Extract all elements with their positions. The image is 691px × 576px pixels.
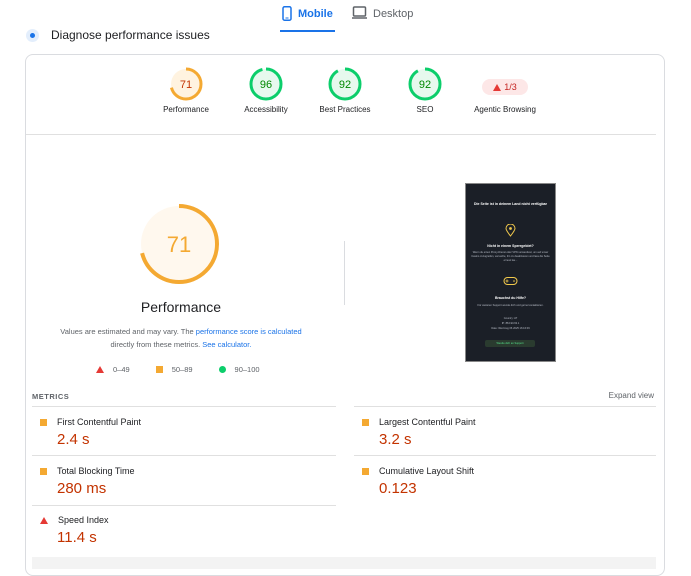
performance-gauge-large: 71 xyxy=(137,202,221,291)
shot-text-2: Für weiteren Support wende dich und gern… xyxy=(477,304,544,307)
tab-desktop-label: Desktop xyxy=(373,8,414,20)
metric-value: 11.4 s xyxy=(57,529,97,546)
shot-question-2: Brauchst du Hilfe? xyxy=(494,296,527,300)
metrics-heading: METRICS xyxy=(32,392,70,401)
metric-fcp: First Contentful Paint 2.4 s xyxy=(40,417,330,448)
bottom-bar xyxy=(32,557,656,569)
divider xyxy=(354,406,656,407)
status-dot-icon xyxy=(26,28,39,42)
shot-info-2: IP: 88.190.63.1 xyxy=(501,322,520,325)
metric-value: 2.4 s xyxy=(57,431,90,448)
divider xyxy=(354,455,656,456)
divider xyxy=(26,134,656,135)
vertical-divider xyxy=(344,241,345,305)
shot-title: Die Seite ist in deinem Land nicht verfü… xyxy=(474,202,547,206)
legend-average: 50–89 xyxy=(155,365,193,374)
metric-value: 280 ms xyxy=(57,480,107,497)
desktop-icon xyxy=(352,6,367,19)
divider xyxy=(32,406,336,407)
gauge-value: 71 xyxy=(180,79,192,91)
gauge-ring: 92 xyxy=(408,67,442,101)
agentic-badge: 1/3 xyxy=(482,79,528,95)
tab-desktop[interactable]: Desktop xyxy=(352,6,413,32)
performance-title: Performance xyxy=(140,299,222,315)
gauge-ring: 92 xyxy=(328,67,362,101)
gauge-seo[interactable]: 92 SEO xyxy=(380,67,470,114)
gauge-value: 96 xyxy=(260,79,272,91)
page-screenshot[interactable]: Die Seite ist in deinem Land nicht verfü… xyxy=(465,183,556,362)
score-note: Values are estimated and may vary. The p… xyxy=(46,325,316,351)
gauge-value: 92 xyxy=(339,79,351,91)
gauge-ring: 96 xyxy=(249,67,283,101)
shot-question-1: Nicht in einem Sperrgebiet? xyxy=(487,244,534,248)
average-square-icon xyxy=(362,418,369,426)
gauge-label: Agentic Browsing xyxy=(474,105,536,114)
expand-view-button[interactable]: Expand view xyxy=(609,391,654,400)
average-square-icon xyxy=(40,467,47,475)
average-square-icon xyxy=(40,418,47,426)
square-icon xyxy=(155,366,163,373)
gauge-label: Best Practices xyxy=(319,105,371,114)
gamepad-icon xyxy=(503,277,518,285)
legend-fail: 0–49 xyxy=(96,365,130,374)
shot-info-1: Country: AT xyxy=(503,317,518,320)
category-gauges: 71 Performance 96 Accessibility 92 Best … xyxy=(26,67,664,127)
metric-name: Total Blocking Time xyxy=(57,466,135,476)
note-text-a: Values are estimated and may vary. The xyxy=(60,327,194,336)
score-legend: 0–49 50–89 90–100 xyxy=(96,365,260,374)
triangle-icon xyxy=(96,366,104,373)
average-square-icon xyxy=(362,467,369,475)
mobile-icon xyxy=(282,6,292,21)
gauge-ring: 71 xyxy=(169,67,203,101)
metric-name: Cumulative Layout Shift xyxy=(379,466,475,476)
large-score: 71 xyxy=(167,232,191,257)
gauge-value: 92 xyxy=(419,79,431,91)
shot-info-3: Date: Wed Aug 06 2025 16:16:09 xyxy=(491,327,530,330)
report-card: 71 Performance 96 Accessibility 92 Best … xyxy=(25,54,665,576)
gauge-label: SEO xyxy=(416,105,434,114)
shot-text-1: Wenn du einen Proxy-Dienst oder VPN verw… xyxy=(471,251,550,262)
legend-pass: 90–100 xyxy=(218,365,260,374)
score-calculated-link[interactable]: performance score is calculated xyxy=(196,327,302,336)
legend-range: 0–49 xyxy=(113,365,130,374)
note-text-b: directly from these metrics. xyxy=(110,340,201,349)
large-gauge-ring: 71 xyxy=(139,204,219,284)
metric-lcp: Largest Contentful Paint 3.2 s xyxy=(362,417,652,448)
fail-triangle-icon xyxy=(493,83,502,91)
metric-name: Largest Contentful Paint xyxy=(379,417,476,427)
gauge-label: Accessibility xyxy=(244,105,288,114)
metric-value: 0.123 xyxy=(379,480,417,497)
legend-range: 50–89 xyxy=(171,365,193,374)
gauge-best-practices[interactable]: 92 Best Practices xyxy=(300,67,390,114)
gauge-label: Performance xyxy=(163,105,209,114)
see-calculator-link[interactable]: See calculator. xyxy=(202,340,251,349)
tab-mobile-label: Mobile xyxy=(298,8,333,20)
shot-support-button: Wende dich an Support xyxy=(485,340,535,347)
metric-name: First Contentful Paint xyxy=(57,417,142,427)
gauge-performance[interactable]: 71 Performance xyxy=(141,67,231,114)
gauge-agentic-browsing[interactable]: 1/3 Agentic Browsing xyxy=(460,67,550,114)
tab-mobile[interactable]: Mobile xyxy=(280,6,335,32)
divider xyxy=(32,455,336,456)
agentic-value: 1/3 xyxy=(504,82,517,92)
metric-tbt: Total Blocking Time 280 ms xyxy=(40,466,330,497)
diagnose-title: Diagnose performance issues xyxy=(51,28,210,42)
diagnose-header: Diagnose performance issues xyxy=(26,28,210,42)
legend-range: 90–100 xyxy=(234,365,260,374)
location-pin-icon xyxy=(505,224,516,237)
metric-name: Speed Index xyxy=(58,515,109,525)
metric-speed-index: Speed Index 11.4 s xyxy=(40,515,330,546)
circle-icon xyxy=(218,366,226,373)
fail-triangle-icon xyxy=(40,516,48,524)
gauge-accessibility[interactable]: 96 Accessibility xyxy=(221,67,311,114)
divider xyxy=(32,505,336,506)
metric-value: 3.2 s xyxy=(379,431,412,448)
metric-cls: Cumulative Layout Shift 0.123 xyxy=(362,466,652,497)
